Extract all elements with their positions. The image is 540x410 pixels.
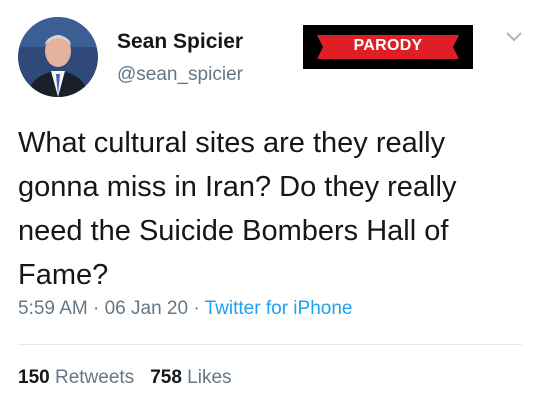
tweet-time: 5:59 AM [18, 298, 88, 319]
divider [18, 344, 522, 345]
tweet-text: What cultural sites are they really gonn… [18, 127, 457, 291]
avatar-image [18, 17, 98, 97]
user-handle[interactable]: @sean_spicier [117, 64, 243, 86]
tweet-card: Sean Spicier @sean_spicier PARODY What c… [0, 0, 540, 410]
retweets-stat[interactable]: 150 Retweets [18, 367, 134, 388]
tweet-source-link[interactable]: Twitter for iPhone [205, 298, 353, 319]
likes-stat[interactable]: 758 Likes [150, 367, 231, 388]
likes-label: Likes [187, 367, 232, 388]
meta-separator: · [93, 298, 100, 319]
retweets-count: 150 [18, 367, 50, 388]
tweet-meta: 5:59 AM · 06 Jan 20 · Twitter for iPhone [18, 298, 352, 320]
chevron-down-icon[interactable] [504, 30, 524, 44]
parody-badge: PARODY [303, 25, 473, 69]
parody-label: PARODY [353, 37, 423, 54]
retweets-label: Retweets [54, 367, 135, 388]
display-name[interactable]: Sean Spicier [117, 30, 243, 54]
tweet-date[interactable]: 06 Jan 20 [105, 298, 188, 319]
meta-separator: · [193, 298, 200, 319]
likes-count: 758 [150, 367, 182, 388]
avatar[interactable] [18, 17, 98, 97]
tweet-stats: 150 Retweets 758 Likes [18, 367, 232, 389]
